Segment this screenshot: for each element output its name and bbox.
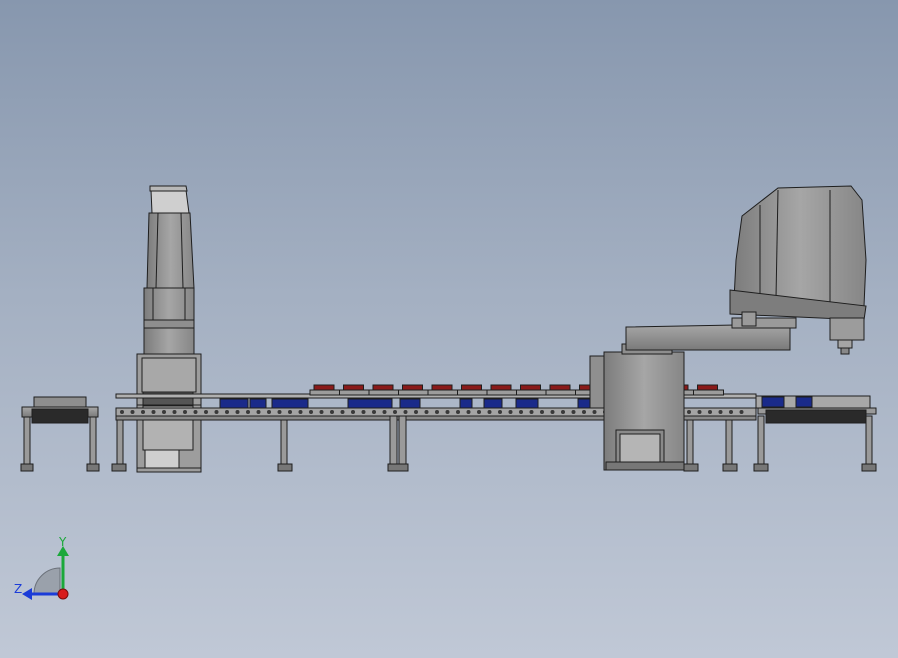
conveyor-hole — [340, 410, 345, 414]
conveyor-hole — [372, 410, 376, 414]
conveyor-hole — [330, 410, 334, 414]
conveyor-hole — [351, 410, 355, 414]
conveyor-hole — [687, 410, 691, 414]
workpiece-red — [545, 384, 577, 396]
conveyor-hole — [519, 410, 523, 414]
workpiece-red — [368, 384, 400, 396]
workpiece-red — [398, 384, 429, 396]
conveyor-hole — [466, 410, 471, 414]
conveyor-hole — [141, 410, 145, 414]
conveyor-hole — [235, 410, 240, 414]
triad-plane-icon — [33, 567, 61, 595]
coordinate-triad-icon: Y Z — [14, 536, 69, 600]
conveyor-hole — [487, 410, 492, 414]
conveyor-hole — [414, 410, 418, 414]
workpiece-blue — [271, 398, 309, 409]
workpiece-red — [339, 384, 370, 396]
assembly-model[interactable] — [0, 0, 898, 658]
conveyor-hole — [729, 410, 733, 414]
conveyor-hole — [225, 410, 229, 414]
workpiece-red — [516, 384, 547, 396]
conveyor-hole — [529, 410, 534, 414]
workpiece-red — [309, 384, 341, 396]
x-axis-point-icon — [57, 588, 69, 600]
conveyor-hole — [456, 410, 460, 414]
conveyor-hole — [246, 410, 250, 414]
conveyor-hole — [288, 410, 292, 414]
conveyor-hole — [561, 410, 565, 414]
conveyor-hole — [120, 410, 124, 414]
left-input-conveyor — [20, 396, 100, 472]
conveyor-hole — [739, 410, 744, 414]
conveyor-hole — [319, 410, 324, 414]
y-axis-label: Y — [58, 536, 67, 549]
conveyor-hole — [582, 410, 586, 414]
conveyor-hole — [204, 410, 208, 414]
conveyor-hole — [498, 410, 502, 414]
workpiece-red — [457, 384, 488, 396]
right-output-conveyor — [753, 395, 877, 472]
conveyor-hole — [267, 410, 271, 414]
conveyor-hole — [277, 410, 282, 414]
z-axis-label: Z — [14, 582, 22, 596]
conveyor-hole — [214, 410, 219, 414]
workpiece-red — [427, 384, 459, 396]
workpiece-blue — [483, 398, 503, 409]
conveyor-hole — [571, 410, 576, 414]
conveyor-hole — [256, 410, 261, 414]
conveyor-hole — [403, 410, 408, 414]
conveyor-hole — [718, 410, 723, 414]
conveyor-hole — [708, 410, 712, 414]
workpiece-blue — [459, 398, 473, 409]
z-axis-arrowhead-icon — [22, 588, 32, 600]
workpiece-blue — [219, 398, 249, 409]
conveyor-hole — [130, 410, 135, 414]
conveyor-hole — [151, 410, 156, 414]
conveyor-hole — [540, 410, 544, 414]
conveyor-hole — [309, 410, 313, 414]
conveyor-hole — [298, 410, 303, 414]
conveyor-hole — [193, 410, 198, 414]
workpiece-red — [693, 384, 724, 396]
conveyor-hole — [697, 410, 702, 414]
conveyor-hole — [183, 410, 187, 414]
conveyor-hole — [550, 410, 555, 414]
workpiece-blue — [399, 398, 421, 409]
conveyor-hole — [172, 410, 177, 414]
workpiece-blue — [347, 398, 393, 409]
workpiece-red — [486, 384, 518, 396]
conveyor-hole — [162, 410, 166, 414]
workpiece-blue — [515, 398, 539, 409]
conveyor-hole — [477, 410, 481, 414]
conveyor-hole — [508, 410, 513, 414]
cad-3d-viewport[interactable]: Y Z — [0, 0, 898, 658]
conveyor-hole — [361, 410, 366, 414]
workpiece-blue — [249, 398, 267, 409]
conveyor-hole — [393, 410, 397, 414]
conveyor-hole — [445, 410, 450, 414]
conveyor-hole — [382, 410, 387, 414]
conveyor-hole — [435, 410, 439, 414]
conveyor-hole — [424, 410, 429, 414]
conveyor-hole — [592, 410, 597, 414]
left-vertical-robot — [136, 185, 202, 473]
